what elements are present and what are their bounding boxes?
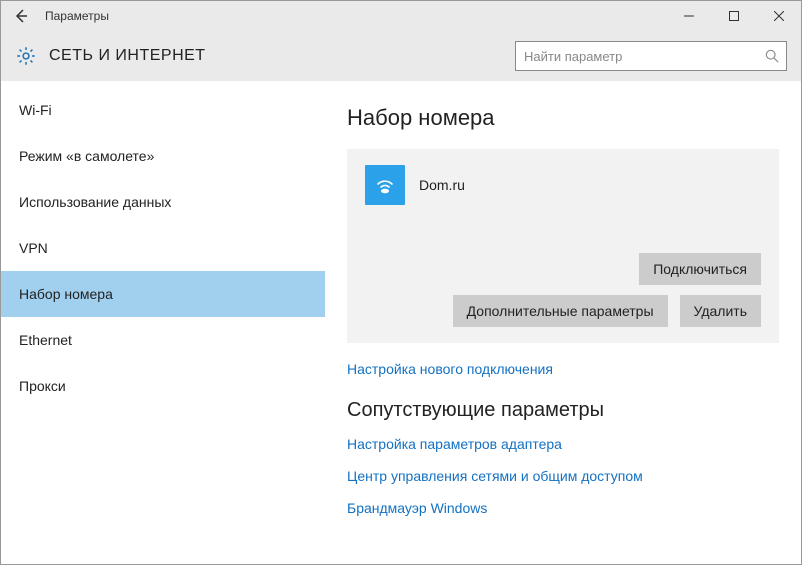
titlebar-left: Параметры xyxy=(1,1,109,31)
sidebar-item-label: Набор номера xyxy=(19,286,113,302)
sidebar-item-label: Ethernet xyxy=(19,332,72,348)
sidebar-item-proxy[interactable]: Прокси xyxy=(1,363,325,409)
settings-window: Параметры СЕТЬ И ИНТЕРНЕТ Wi xyxy=(0,0,802,565)
sidebar-item-label: VPN xyxy=(19,240,48,256)
advanced-button[interactable]: Дополнительные параметры xyxy=(453,295,668,327)
related-heading: Сопутствующие параметры xyxy=(347,399,779,422)
connection-row[interactable]: Dom.ru xyxy=(365,165,761,205)
close-icon xyxy=(774,11,784,21)
link-firewall[interactable]: Брандмауэр Windows xyxy=(347,500,779,516)
arrow-left-icon xyxy=(13,8,29,24)
connection-name: Dom.ru xyxy=(419,177,465,193)
page-title: СЕТЬ И ИНТЕРНЕТ xyxy=(49,47,206,65)
gear-icon xyxy=(15,45,37,67)
maximize-button[interactable] xyxy=(711,1,756,31)
close-button[interactable] xyxy=(756,1,801,31)
link-adapter-settings[interactable]: Настройка параметров адаптера xyxy=(347,436,779,452)
header: СЕТЬ И ИНТЕРНЕТ xyxy=(1,31,801,81)
body: Wi-Fi Режим «в самолете» Использование д… xyxy=(1,81,801,564)
window-controls xyxy=(666,1,801,31)
back-button[interactable] xyxy=(1,1,41,31)
dialup-icon xyxy=(365,165,405,205)
content-heading: Набор номера xyxy=(347,105,779,131)
search-input[interactable] xyxy=(515,41,787,71)
button-row-1: Подключиться xyxy=(365,253,761,285)
content: Набор номера Dom.ru Подключиться Дополни… xyxy=(325,81,801,564)
sidebar-item-label: Использование данных xyxy=(19,194,171,210)
header-left: СЕТЬ И ИНТЕРНЕТ xyxy=(15,45,206,67)
sidebar-item-label: Режим «в самолете» xyxy=(19,148,154,164)
sidebar-item-label: Wi-Fi xyxy=(19,102,52,118)
link-new-connection[interactable]: Настройка нового подключения xyxy=(347,361,779,377)
titlebar: Параметры xyxy=(1,1,801,31)
delete-button[interactable]: Удалить xyxy=(680,295,761,327)
connection-card: Dom.ru Подключиться Дополнительные парам… xyxy=(347,149,779,343)
sidebar-item-ethernet[interactable]: Ethernet xyxy=(1,317,325,363)
sidebar: Wi-Fi Режим «в самолете» Использование д… xyxy=(1,81,325,564)
sidebar-item-wifi[interactable]: Wi-Fi xyxy=(1,87,325,133)
sidebar-item-dialup[interactable]: Набор номера xyxy=(1,271,325,317)
minimize-icon xyxy=(684,11,694,21)
sidebar-item-label: Прокси xyxy=(19,378,66,394)
sidebar-item-vpn[interactable]: VPN xyxy=(1,225,325,271)
minimize-button[interactable] xyxy=(666,1,711,31)
link-network-sharing[interactable]: Центр управления сетями и общим доступом xyxy=(347,468,779,484)
search-wrap xyxy=(515,41,787,71)
connect-button[interactable]: Подключиться xyxy=(639,253,761,285)
window-title: Параметры xyxy=(45,9,109,23)
sidebar-item-airplane[interactable]: Режим «в самолете» xyxy=(1,133,325,179)
maximize-icon xyxy=(729,11,739,21)
button-row-2: Дополнительные параметры Удалить xyxy=(365,295,761,327)
sidebar-item-data-usage[interactable]: Использование данных xyxy=(1,179,325,225)
